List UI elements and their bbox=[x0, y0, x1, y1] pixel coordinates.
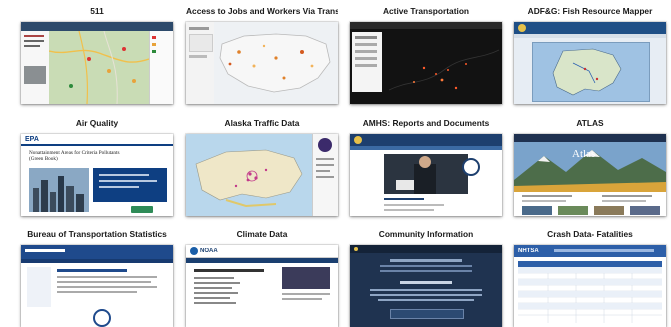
tile-atlas[interactable]: ATLAS Atlas bbox=[514, 116, 666, 216]
thumbnail-air-quality[interactable]: EPA Nonattainment Areas for Criteria Pol… bbox=[21, 134, 173, 216]
bts-header bbox=[21, 245, 173, 259]
city-photo bbox=[29, 168, 89, 212]
fatalities-table[interactable] bbox=[518, 261, 662, 323]
us-map[interactable] bbox=[214, 22, 338, 104]
search-box[interactable] bbox=[390, 309, 464, 319]
thumbnail-atlas[interactable]: Atlas bbox=[514, 134, 666, 216]
dark-map[interactable] bbox=[384, 30, 502, 104]
tile-access-to-jobs[interactable]: Access to Jobs and Workers Via Transit bbox=[186, 4, 338, 104]
traffic-map[interactable] bbox=[186, 134, 312, 216]
tile-title: Bureau of Transportation Statistics bbox=[27, 229, 167, 239]
map-roads bbox=[48, 30, 150, 104]
agency-seal-icon bbox=[518, 24, 526, 32]
tile-bts[interactable]: Bureau of Transportation Statistics bbox=[21, 227, 173, 327]
noaa-logo-icon bbox=[190, 247, 198, 255]
epa-page-heading: Nonattainment Areas for Criteria Polluta… bbox=[29, 150, 120, 162]
bts-seal-icon bbox=[93, 309, 111, 327]
legend-panel bbox=[149, 31, 173, 104]
site-header bbox=[350, 134, 502, 146]
tile-title: 511 bbox=[90, 6, 104, 16]
thumbnail-community-information[interactable] bbox=[350, 245, 502, 327]
state-seal-icon bbox=[354, 136, 362, 144]
tile-511[interactable]: 511 bbox=[21, 4, 173, 104]
tile-crash-data-fatalities[interactable]: Crash Data- Fatalities NHTSA bbox=[514, 227, 666, 327]
resource-gallery: 511 Access to Jobs and Workers Via Trans… bbox=[0, 0, 671, 327]
tile-title: AMHS: Reports and Documents bbox=[362, 118, 490, 128]
app-header bbox=[350, 22, 502, 29]
site-header bbox=[514, 134, 666, 142]
tile-title: ATLAS bbox=[576, 118, 604, 128]
site-header-bar bbox=[21, 22, 173, 31]
tile-community-information[interactable]: Community Information bbox=[350, 227, 502, 327]
epa-header bbox=[21, 134, 173, 146]
tile-title: Active Transportation bbox=[382, 6, 470, 16]
thumbnail-amhs-reports[interactable] bbox=[350, 134, 502, 216]
tile-title: Community Information bbox=[378, 229, 474, 239]
map-view[interactable] bbox=[48, 30, 150, 104]
site-banner bbox=[514, 22, 666, 34]
tile-alaska-traffic-data[interactable]: Alaska Traffic Data bbox=[186, 116, 338, 216]
atlas-wordmark: Atlas bbox=[572, 148, 596, 160]
tile-title: ADF&G: Fish Resource Mapper bbox=[527, 6, 653, 16]
thumbnail-bts[interactable] bbox=[21, 245, 173, 327]
tile-fish-resource-mapper[interactable]: ADF&G: Fish Resource Mapper bbox=[514, 4, 666, 104]
tile-air-quality[interactable]: Air Quality EPA Nonattainment Areas for … bbox=[21, 116, 173, 216]
us-outline bbox=[219, 33, 331, 93]
hero-photo bbox=[384, 154, 468, 194]
thumbnail-crash-data[interactable]: NHTSA bbox=[514, 245, 666, 327]
nhtsa-logo: NHTSA bbox=[518, 248, 539, 254]
left-nav bbox=[27, 267, 51, 307]
seal-badge-icon bbox=[462, 158, 480, 176]
tile-climate-data[interactable]: Climate Data NOAA bbox=[186, 227, 338, 327]
thumbnail-access-to-jobs[interactable] bbox=[186, 22, 338, 104]
tile-title: Air Quality bbox=[75, 118, 119, 128]
tile-title: Alaska Traffic Data bbox=[224, 118, 300, 128]
noaa-wordmark: NOAA bbox=[200, 248, 218, 254]
site-header bbox=[350, 245, 502, 253]
alaska-shape bbox=[552, 48, 622, 96]
agency-logo-icon bbox=[318, 138, 332, 152]
camera-image bbox=[24, 66, 46, 84]
tile-active-transportation[interactable]: Active Transportation bbox=[350, 4, 502, 104]
thumbnail-fish-resource-mapper[interactable] bbox=[514, 22, 666, 104]
alaska-map[interactable] bbox=[532, 42, 650, 102]
tile-title: Access to Jobs and Workers Via Transit bbox=[186, 6, 338, 16]
tile-title: Climate Data bbox=[236, 229, 288, 239]
thumbnail-climate-data[interactable]: NOAA bbox=[186, 245, 338, 327]
tile-amhs-reports[interactable]: AMHS: Reports and Documents bbox=[350, 116, 502, 216]
filter-panel bbox=[352, 32, 382, 92]
thumbnail-active-transportation[interactable] bbox=[350, 22, 502, 104]
action-button[interactable] bbox=[131, 206, 153, 213]
tile-title: Crash Data- Fatalities bbox=[547, 229, 633, 239]
thumbnail-alaska-traffic-data[interactable] bbox=[186, 134, 338, 216]
epa-logo: EPA bbox=[25, 136, 39, 143]
thumbnail-511[interactable] bbox=[21, 22, 173, 104]
feature-box bbox=[282, 267, 330, 289]
